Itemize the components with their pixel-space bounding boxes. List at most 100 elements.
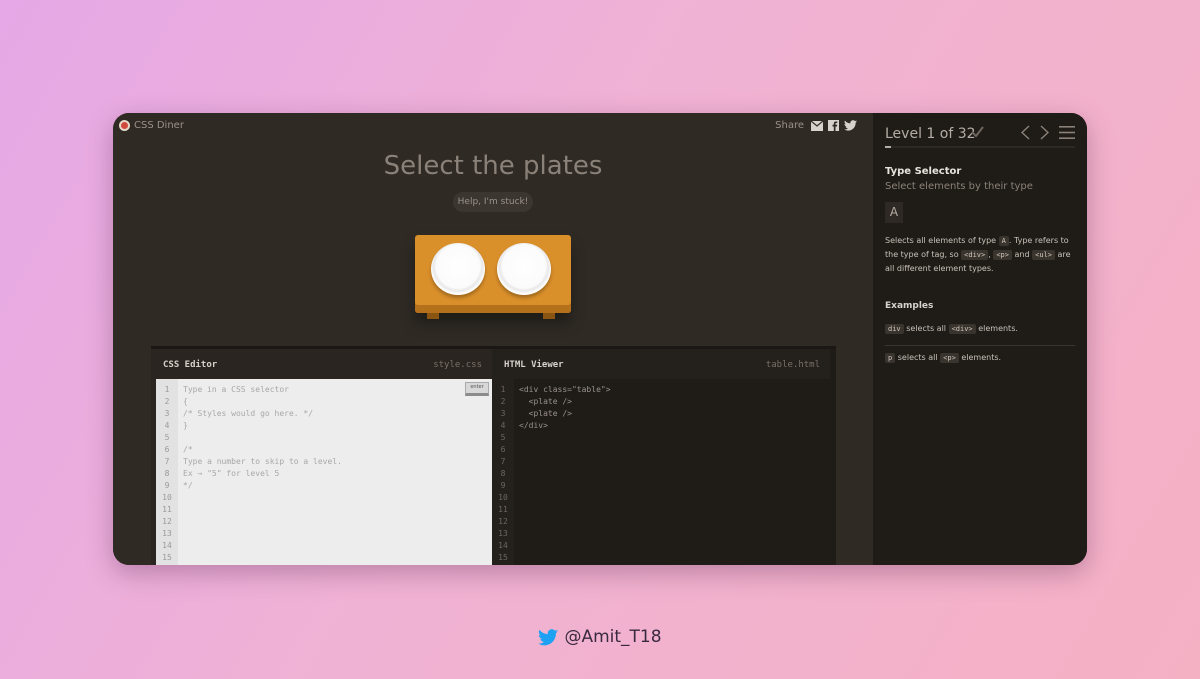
dining-table [413,235,573,323]
css-editor-title: CSS Editor [163,360,218,370]
email-icon[interactable] [811,120,823,131]
line-number: 7 [164,457,170,466]
twitter-bird-icon [538,628,559,645]
code-line: { [183,397,188,406]
example-text: elements. [961,353,1002,362]
author-handle: @Amit_T18 [564,627,662,647]
css-filename: style.css [433,360,482,370]
code-line: */ [183,481,193,490]
code-line: /* [183,445,193,454]
line-number: 5 [164,433,170,442]
code-line: <plate /> [519,397,572,406]
line-number: 9 [500,481,506,490]
plate[interactable] [497,243,551,295]
sidebar: Level 1 of 32 Type Selector Select eleme… [873,113,1087,565]
line-number: 8 [164,469,170,478]
desc-text: Selects all elements of type [885,236,997,245]
html-viewer-title: HTML Viewer [504,360,564,370]
example-text: elements. [978,324,1018,333]
css-line-numbers: 1 2 3 4 5 6 7 8 9 10 11 12 13 14 15 [156,379,178,565]
desc-text: and [1014,250,1030,259]
line-number: 13 [498,529,508,538]
desc-tag: <div> [961,250,989,260]
level-heading: Select the plates [383,151,603,181]
line-number: 10 [162,493,172,502]
example-tag: <div> [948,324,976,334]
line-number: 12 [498,517,508,526]
level-progress-fill [885,146,891,148]
example-tag: <p> [940,353,959,363]
example-code: p [885,353,896,363]
line-number: 5 [500,433,506,442]
line-number: 13 [162,529,172,538]
footer: @Amit_T18 [0,627,1200,647]
line-number: 7 [500,457,506,466]
twitter-icon[interactable] [844,120,857,131]
help-button[interactable]: Help, I'm stuck! [453,192,533,212]
line-number: 2 [500,397,506,406]
share-label: Share [775,120,804,131]
desc-tag: <p> [993,250,1012,260]
desc-tag: <ul> [1032,250,1055,260]
table-leg [543,313,555,319]
chevron-right-icon[interactable] [1040,125,1049,140]
css-code[interactable]: Type in a CSS selector { /* Styles would g… [183,379,342,564]
line-number: 3 [500,409,506,418]
line-number: 1 [500,385,506,394]
menu-icon[interactable] [1059,126,1075,139]
code-line: </div> [519,421,548,430]
table-leg [427,313,439,319]
logo-icon [119,120,130,131]
level-progress [885,146,1075,148]
example-code: div [885,324,904,334]
example-item: p selects all <p> elements. [885,353,1075,363]
facebook-icon[interactable] [828,120,839,131]
line-number: 11 [162,505,172,514]
html-filename: table.html [765,360,820,370]
line-number: 3 [164,409,170,418]
top-bar: CSS Diner Share [113,113,873,139]
code-line: Type in a CSS selector [183,385,289,394]
selector-subtitle: Select elements by their type [885,181,1033,192]
editor-panel: CSS Editor style.css 1 2 3 4 5 6 7 8 9 10 11 12 13 14… [151,346,836,565]
level-indicator[interactable]: Level 1 of 32 [885,126,976,142]
code-line: /* Styles would go here. */ [183,409,314,418]
enter-button[interactable]: enter [465,382,489,396]
line-number: 10 [498,493,508,502]
code-line: } [183,421,188,430]
line-number: 14 [162,541,172,550]
css-input-area[interactable]: 1 2 3 4 5 6 7 8 9 10 11 12 13 14 15 Type in a CSS sele… [156,379,492,565]
html-line-numbers: 1 2 3 4 5 6 7 8 9 10 11 12 13 14 15 [492,379,514,565]
line-number: 8 [500,469,506,478]
css-editor-header: CSS Editor style.css [151,349,492,379]
chevron-left-icon[interactable] [1021,125,1030,140]
desc-text: , [988,250,991,259]
selector-syntax: A [885,202,903,223]
selector-description: Selects all elements of type A. Type ref… [885,234,1075,276]
example-text: selects all [906,324,947,333]
line-number: 11 [498,505,508,514]
html-viewer: HTML Viewer table.html 1 2 3 4 5 6 7 8 9 10 11 12 13… [492,349,830,565]
examples-heading: Examples [885,301,934,311]
plate[interactable] [431,243,485,295]
code-line: Type a number to skip to a level. [183,457,342,466]
html-code-area: 1 2 3 4 5 6 7 8 9 10 11 12 13 14 15 <div class="table"… [492,379,830,565]
css-editor: CSS Editor style.css 1 2 3 4 5 6 7 8 9 10 11 12 13 14… [151,349,492,565]
line-number: 4 [164,421,170,430]
